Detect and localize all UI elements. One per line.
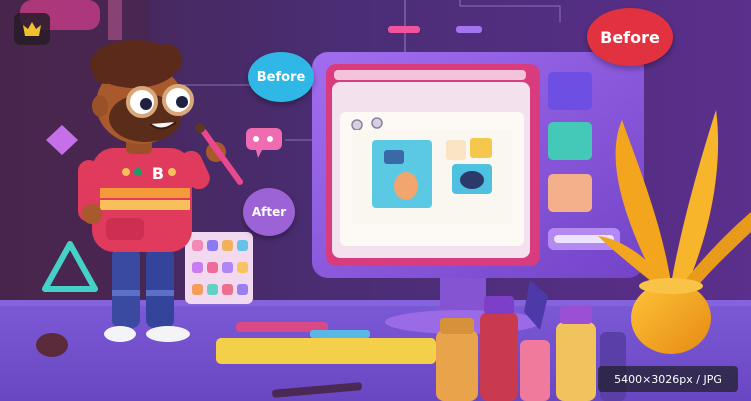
shirt-letter: B <box>151 163 165 183</box>
before-bubble-left: Before <box>248 52 314 102</box>
crown-icon <box>23 22 41 36</box>
before-bubble-right: Before <box>587 8 673 66</box>
after-bubble-text: After <box>251 205 287 219</box>
image-resolution-badge: 5400×3026px / JPG <box>598 366 738 392</box>
after-bubble: After <box>243 188 295 236</box>
illustration: Before Before After B 5400×3026px / JPG <box>0 0 751 401</box>
image-resolution-text: 5400×3026px / JPG <box>614 372 722 386</box>
premium-crown-badge <box>14 13 50 45</box>
before-bubble-right-text: Before <box>600 27 660 47</box>
before-bubble-left-text: Before <box>256 69 306 85</box>
